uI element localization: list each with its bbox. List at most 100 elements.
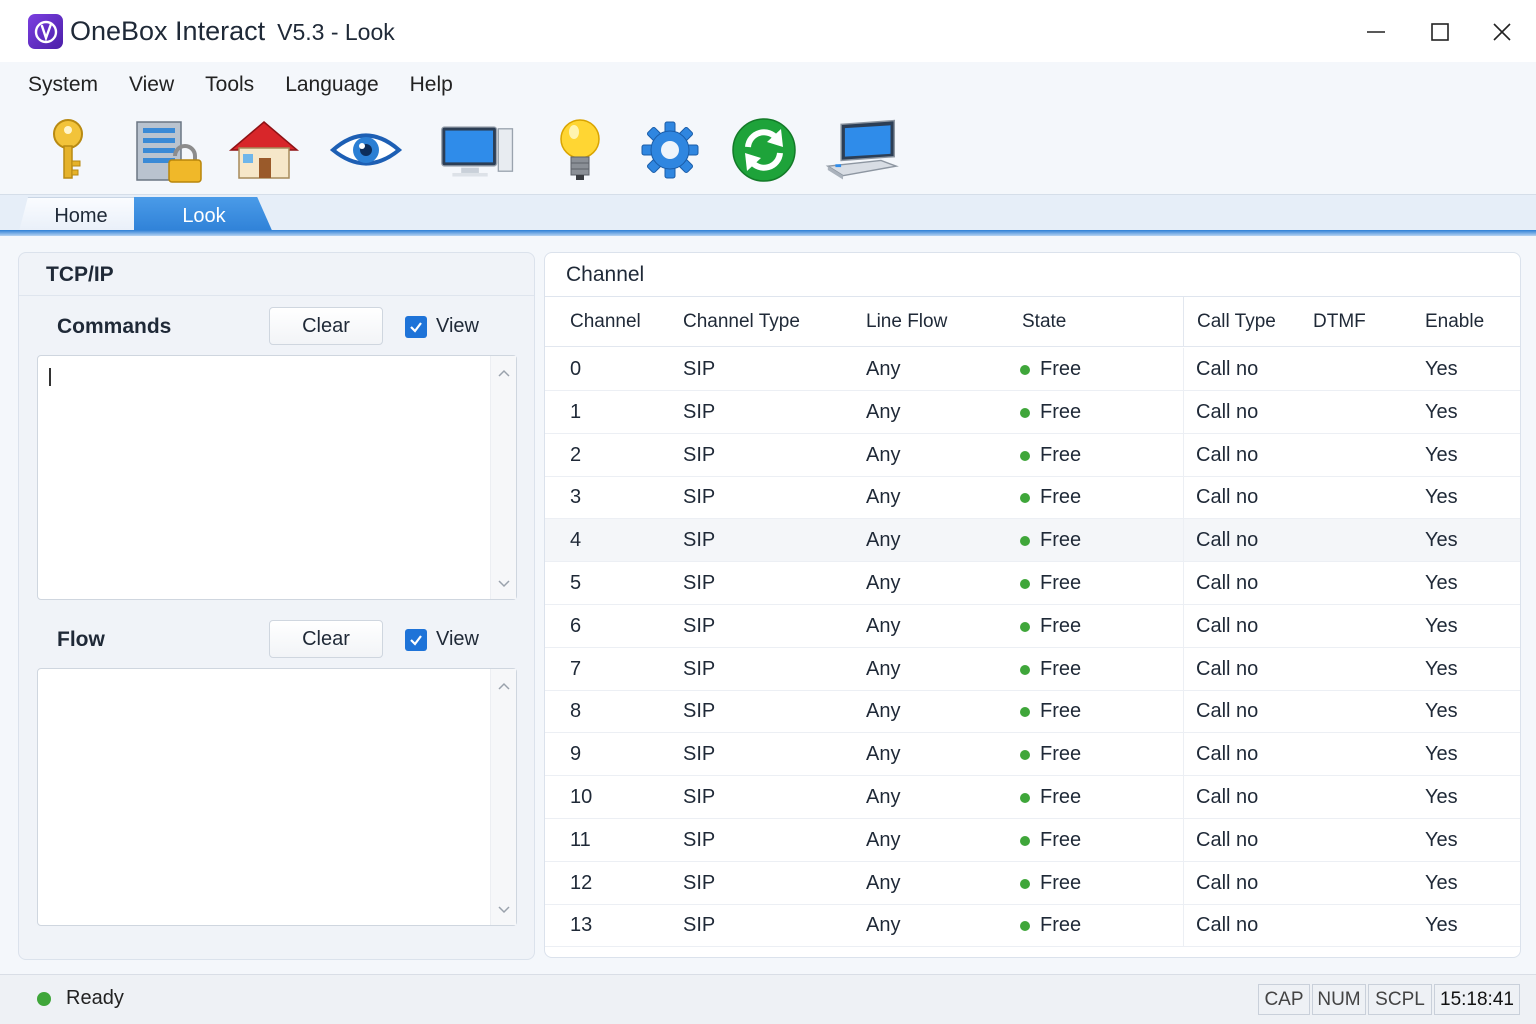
- cell-enable: Yes: [1425, 828, 1458, 851]
- monitor-icon[interactable]: [440, 114, 516, 186]
- cell-line-flow: Any: [866, 486, 901, 509]
- cell-call-type: Call no: [1196, 828, 1259, 851]
- table-row[interactable]: 10 SIP Any Free Call no Yes: [545, 776, 1520, 819]
- channel-title: Channel: [566, 263, 645, 286]
- cell-call-type: Call no: [1196, 743, 1259, 766]
- cell-call-type: Call no: [1196, 914, 1259, 937]
- menu-tools[interactable]: Tools: [205, 73, 254, 97]
- lightbulb-icon[interactable]: [542, 114, 618, 186]
- channel-table-header: Channel Channel Type Line Flow State Cal…: [545, 297, 1520, 347]
- scroll-down-icon[interactable]: [491, 573, 517, 595]
- state-dot-icon: [1020, 750, 1030, 761]
- commands-label: Commands: [57, 315, 172, 338]
- refresh-icon[interactable]: [726, 114, 802, 186]
- menu-system[interactable]: System: [28, 73, 98, 97]
- scroll-up-icon[interactable]: [491, 675, 517, 697]
- cell-state: Free: [1040, 914, 1082, 937]
- cell-enable: Yes: [1425, 700, 1458, 723]
- table-row[interactable]: 9 SIP Any Free Call no Yes: [545, 733, 1520, 777]
- scroll-up-icon[interactable]: [491, 362, 517, 384]
- column-divider: [1183, 604, 1184, 647]
- cell-line-flow: Any: [866, 914, 901, 937]
- cell-line-flow: Any: [866, 358, 901, 380]
- flow-scrollbar[interactable]: [490, 669, 516, 925]
- commands-view-checkbox[interactable]: [405, 316, 427, 338]
- tcpip-panel: TCP/IP Commands Clear View Flow Clear Vi…: [18, 252, 535, 960]
- cell-call-type: Call no: [1196, 400, 1259, 423]
- gear-icon[interactable]: [632, 114, 708, 186]
- tcpip-title: TCP/IP: [46, 263, 114, 286]
- state-dot-icon: [1020, 493, 1030, 504]
- table-row[interactable]: 5 SIP Any Free Call no Yes: [545, 562, 1520, 605]
- table-row[interactable]: 0 SIP Any Free Call no Yes: [545, 348, 1520, 391]
- cell-call-type: Call no: [1196, 486, 1259, 509]
- commands-textarea[interactable]: [37, 355, 517, 600]
- cell-channel: 10: [570, 786, 593, 808]
- cell-call-type: Call no: [1196, 871, 1259, 894]
- scroll-down-icon[interactable]: [491, 899, 517, 921]
- table-row[interactable]: 2 SIP Any Free Call no Yes: [545, 433, 1520, 477]
- cell-call-type: Call no: [1196, 529, 1259, 552]
- col-enable[interactable]: Enable: [1425, 311, 1484, 333]
- table-row[interactable]: 6 SIP Any Free Call no Yes: [545, 604, 1520, 648]
- cell-line-flow: Any: [866, 400, 901, 423]
- cell-state: Free: [1040, 700, 1082, 723]
- col-line-flow[interactable]: Line Flow: [866, 311, 947, 333]
- flow-view-label: View: [436, 628, 479, 650]
- cell-line-flow: Any: [866, 657, 901, 680]
- minimize-button[interactable]: [1356, 12, 1396, 52]
- cell-enable: Yes: [1425, 443, 1458, 466]
- cell-channel-type: SIP: [683, 786, 716, 808]
- cell-channel-type: SIP: [683, 743, 716, 766]
- eye-icon[interactable]: [328, 114, 404, 186]
- col-channel[interactable]: Channel: [570, 311, 641, 333]
- table-row[interactable]: 13 SIP Any Free Call no Yes: [545, 904, 1520, 948]
- flow-clear-button[interactable]: Clear: [269, 620, 383, 658]
- home-icon[interactable]: [226, 114, 302, 186]
- cell-state: Free: [1040, 743, 1082, 766]
- cell-channel: 9: [570, 743, 582, 766]
- cell-line-flow: Any: [866, 572, 901, 594]
- cell-channel: 5: [570, 572, 582, 594]
- col-channel-type[interactable]: Channel Type: [683, 311, 800, 333]
- cell-state: Free: [1040, 529, 1082, 552]
- laptop-icon[interactable]: [824, 114, 900, 186]
- flow-textarea[interactable]: [37, 668, 517, 926]
- col-state[interactable]: State: [1022, 311, 1066, 333]
- key-icon[interactable]: [30, 114, 106, 186]
- state-dot-icon: [1020, 707, 1030, 718]
- menu-language[interactable]: Language: [285, 73, 378, 97]
- cell-channel: 2: [570, 443, 582, 466]
- column-divider: [1183, 776, 1184, 818]
- col-call-type[interactable]: Call Type: [1197, 311, 1276, 333]
- table-row[interactable]: 12 SIP Any Free Call no Yes: [545, 861, 1520, 905]
- table-row[interactable]: 3 SIP Any Free Call no Yes: [545, 476, 1520, 520]
- minimize-icon: [1367, 31, 1385, 33]
- cell-call-type: Call no: [1196, 572, 1259, 594]
- cell-state: Free: [1040, 358, 1082, 380]
- table-row[interactable]: 11 SIP Any Free Call no Yes: [545, 818, 1520, 862]
- checkmark-icon: [410, 322, 422, 333]
- flow-view-checkbox[interactable]: [405, 629, 427, 651]
- menu-view[interactable]: View: [129, 73, 174, 97]
- cell-channel: 11: [570, 828, 591, 851]
- caps-lock-indicator: CAP: [1258, 984, 1310, 1015]
- table-row[interactable]: 4 SIP Any Free Call no Yes: [545, 519, 1520, 563]
- state-dot-icon: [1020, 793, 1030, 803]
- table-row[interactable]: 7 SIP Any Free Call no Yes: [545, 647, 1520, 691]
- cell-enable: Yes: [1425, 657, 1458, 680]
- col-dtmf[interactable]: DTMF: [1313, 311, 1366, 333]
- commands-scrollbar[interactable]: [490, 356, 516, 599]
- table-row[interactable]: 1 SIP Any Free Call no Yes: [545, 390, 1520, 434]
- server-lock-icon[interactable]: [130, 114, 206, 186]
- menu-help[interactable]: Help: [410, 73, 453, 97]
- status-text: Ready: [66, 987, 124, 1009]
- text-caret: [49, 368, 51, 386]
- state-dot-icon: [1020, 579, 1030, 589]
- close-button[interactable]: [1482, 12, 1522, 52]
- table-row[interactable]: 8 SIP Any Free Call no Yes: [545, 690, 1520, 734]
- cell-state: Free: [1040, 486, 1082, 509]
- commands-clear-button[interactable]: Clear: [269, 307, 383, 345]
- maximize-button[interactable]: [1420, 12, 1460, 52]
- cell-enable: Yes: [1425, 572, 1458, 594]
